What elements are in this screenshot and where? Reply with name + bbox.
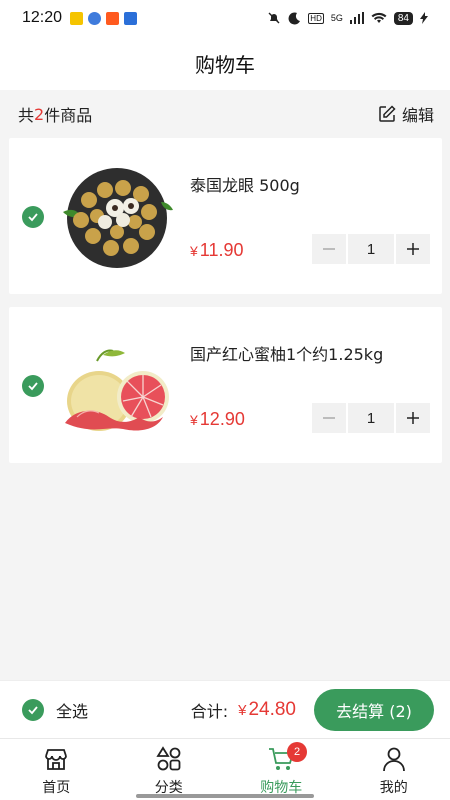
tab-label: 首页	[42, 780, 71, 796]
notification-app-icon	[70, 11, 84, 25]
mute-icon	[268, 12, 280, 24]
check-icon	[28, 213, 38, 222]
checkout-button[interactable]: 去结算 (2)	[314, 688, 434, 731]
home-indicator[interactable]	[136, 794, 314, 798]
check-icon	[28, 382, 38, 391]
tab-cart[interactable]: 2 购物车	[225, 739, 338, 800]
product-name[interactable]: 泰国龙眼 500g	[190, 172, 300, 196]
product-price: ¥11.90	[190, 240, 244, 261]
summary-suffix: 件商品	[44, 106, 93, 125]
plus-icon	[407, 412, 419, 424]
plus-icon	[407, 243, 419, 255]
category-icon	[156, 746, 181, 771]
notification-app-icon	[88, 11, 102, 25]
increase-button[interactable]	[396, 403, 430, 433]
select-all-checkbox[interactable]	[22, 698, 44, 721]
hd-icon: HD	[308, 12, 324, 24]
increase-button[interactable]	[396, 234, 430, 264]
signal-icon	[349, 12, 364, 24]
store-icon	[45, 749, 68, 770]
product-name[interactable]: 国产红心蜜柚1个约1.25kg	[190, 341, 383, 365]
moon-icon	[288, 11, 301, 24]
decrease-button[interactable]	[312, 234, 346, 264]
total-value: 24.80	[248, 698, 296, 720]
wifi-icon	[371, 12, 387, 23]
total-label: 合计:	[190, 701, 229, 721]
status-time: 12:20	[22, 9, 63, 26]
edit-label: 编辑	[401, 106, 434, 125]
charging-icon	[420, 12, 428, 24]
battery-indicator: 84	[393, 11, 413, 25]
notification-app-icon	[106, 11, 120, 25]
quantity-value[interactable]: 1	[348, 403, 394, 433]
user-icon	[382, 747, 405, 772]
check-icon	[28, 705, 38, 714]
status-icons: HD 5G 84	[267, 11, 428, 25]
minus-icon	[323, 248, 335, 250]
item-checkbox[interactable]	[22, 375, 44, 397]
cart-item: 泰国龙眼 500g ¥11.90 1	[9, 138, 442, 294]
quantity-stepper: 1	[312, 403, 430, 433]
minus-icon	[323, 417, 335, 419]
currency-symbol: ¥	[190, 243, 198, 259]
quantity-value[interactable]: 1	[348, 234, 394, 264]
decrease-button[interactable]	[312, 403, 346, 433]
quantity-stepper: 1	[312, 234, 430, 264]
price-value: 11.90	[199, 240, 244, 260]
tab-profile[interactable]: 我的	[338, 739, 450, 800]
tab-home[interactable]: 首页	[0, 739, 113, 800]
page-title: 购物车	[0, 36, 450, 90]
summary-prefix: 共	[18, 106, 35, 125]
tab-label: 我的	[379, 780, 408, 796]
select-all-label: 全选	[56, 701, 89, 721]
cart-summary: 共 2 件商品 编辑	[0, 90, 450, 138]
item-checkbox[interactable]	[22, 206, 44, 228]
product-image-pomelo[interactable]	[57, 331, 175, 441]
item-count: 2	[34, 104, 45, 124]
notification-app-icon	[124, 11, 138, 25]
product-image-longan[interactable]	[57, 162, 175, 272]
status-bar: 12:20 HD 5G 84	[0, 0, 450, 36]
edit-button[interactable]: 编辑	[378, 102, 434, 126]
cart-item: 国产红心蜜柚1个约1.25kg ¥12.90 1	[9, 307, 442, 463]
currency-symbol: ¥	[190, 412, 198, 428]
edit-icon	[379, 105, 396, 122]
currency-symbol: ¥	[238, 701, 247, 719]
network-type: 5G	[330, 13, 343, 23]
tab-bar: 首页 分类 2 购物车 我的	[0, 738, 450, 800]
cart-badge: 2	[287, 742, 307, 762]
product-price: ¥12.90	[190, 409, 245, 430]
total-price: ¥24.80	[238, 699, 296, 721]
price-value: 12.90	[199, 409, 245, 429]
tab-category[interactable]: 分类	[113, 739, 226, 800]
checkout-bar: 全选 合计: ¥24.80 去结算 (2)	[0, 680, 450, 738]
select-all-toggle[interactable]: 全选	[22, 698, 88, 722]
